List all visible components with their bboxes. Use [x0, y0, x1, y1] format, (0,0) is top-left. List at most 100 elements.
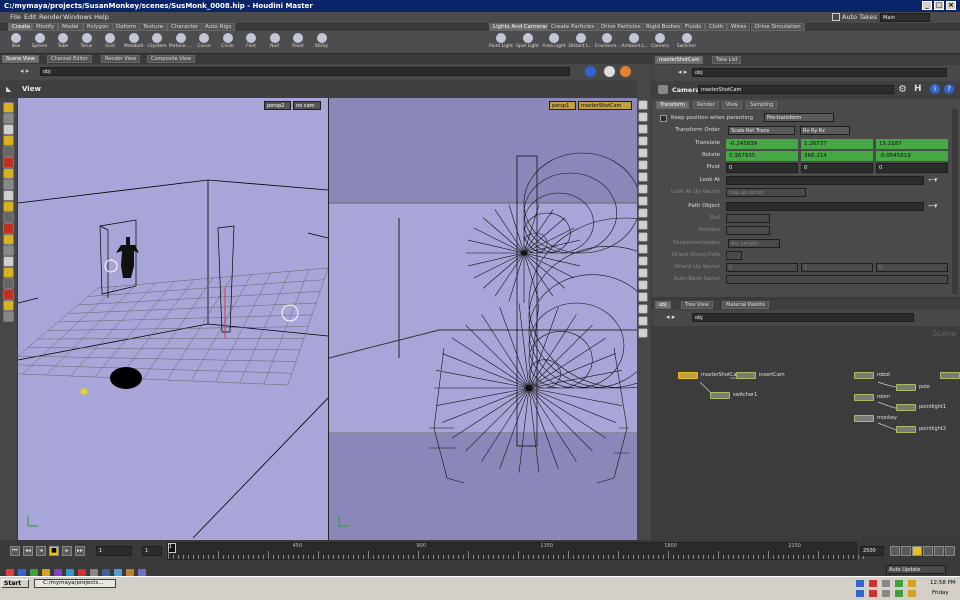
pane-arrow-icon[interactable]: ◣ [6, 85, 11, 93]
tab-material-palette[interactable]: Material Palette [722, 301, 770, 309]
end-frame-field[interactable]: 2500 [860, 546, 884, 556]
sticky-tool[interactable]: Sticky [310, 33, 334, 53]
display-tool-icon[interactable] [638, 148, 648, 158]
node-picker-icon[interactable]: ⌐▾ [928, 176, 937, 184]
translate-x-field[interactable]: -0.245839 [726, 139, 798, 149]
shelf-tab-texture[interactable]: Texture [139, 23, 168, 31]
tab-render-view[interactable]: Render View [101, 55, 141, 63]
display-tool-icon[interactable] [638, 232, 648, 242]
orient-path-field[interactable] [726, 251, 742, 260]
rotate-x-field[interactable]: 0.367935 [726, 151, 798, 161]
tray-icon[interactable] [895, 590, 903, 597]
orient-up-z-field[interactable]: 0 [876, 263, 948, 272]
current-frame-field[interactable]: 1 [96, 546, 132, 556]
shelf-tab-model[interactable]: Model [58, 23, 83, 31]
node-name-field[interactable]: masterShotCam [698, 85, 894, 94]
environment-light-tool[interactable]: Environm... [595, 33, 621, 53]
keep-mode-select[interactable]: Pre-transform [764, 113, 834, 122]
start-frame-field[interactable]: 1 [142, 546, 162, 556]
playbar-option-button[interactable] [923, 546, 933, 556]
network-node[interactable] [940, 372, 960, 379]
quick-launch-icon[interactable] [78, 569, 86, 576]
step-back-button[interactable]: ◂◂ [23, 546, 33, 556]
persp-select-right[interactable]: persp1 [549, 101, 576, 110]
network-node[interactable] [854, 372, 874, 379]
menu-file[interactable]: File [10, 13, 21, 21]
viewer-tool-icon[interactable] [3, 168, 14, 179]
display-tool-icon[interactable] [638, 244, 648, 254]
tab-master-shot-cam[interactable]: masterShotCam [655, 56, 704, 64]
viewer-tool-icon[interactable] [3, 102, 14, 113]
tab-take-list[interactable]: Take List [712, 56, 742, 64]
param-scrollbar[interactable] [952, 109, 958, 294]
viewer-tool-icon[interactable] [3, 135, 14, 146]
rotate-order-select[interactable]: Rx Ry Rz [800, 126, 850, 135]
rivet-tool[interactable]: Rivet [286, 33, 310, 53]
display-tool-icon[interactable] [638, 136, 648, 146]
torus-tool[interactable]: Torus [75, 33, 99, 53]
quick-launch-icon[interactable] [66, 569, 74, 576]
tab-scene-view[interactable]: Scene View [2, 55, 39, 63]
pivot-x-field[interactable]: 0 [726, 163, 798, 173]
step-forward-button[interactable]: ▸▸ [75, 546, 85, 556]
quick-launch-icon[interactable] [54, 569, 62, 576]
parameterization-select[interactable]: Arc Length [728, 239, 780, 248]
display-tool-icon[interactable] [638, 280, 648, 290]
viewer-tool-icon[interactable] [3, 256, 14, 267]
orient-up-y-field[interactable]: 1 [801, 263, 873, 272]
shelf-tab-auto-rigs[interactable]: Auto Rigs [201, 23, 236, 31]
shelf-tab-modify[interactable]: Modify [32, 23, 59, 31]
playbar-option-button[interactable] [934, 546, 944, 556]
null-tool[interactable]: Null [263, 33, 287, 53]
stop-button[interactable]: ■ [49, 546, 59, 556]
viewer-tool-icon[interactable] [3, 190, 14, 201]
tab-render[interactable]: Render [693, 101, 719, 109]
menu-windows[interactable]: Windows [63, 13, 92, 21]
network-node[interactable] [678, 372, 698, 379]
network-path-field[interactable]: obj [692, 313, 914, 322]
net-nav-arrows-icon[interactable]: ◂ ▸ [666, 313, 675, 321]
cam-select-left[interactable]: no cam [293, 101, 321, 110]
play-back-button[interactable]: ◂ [36, 546, 46, 556]
play-button[interactable]: ▸ [62, 546, 72, 556]
orient-up-x-field[interactable]: 0 [726, 263, 798, 272]
network-node[interactable] [854, 415, 874, 422]
display-tool-icon[interactable] [638, 268, 648, 278]
viewer-tool-icon[interactable] [3, 113, 14, 124]
platonic-tool[interactable]: Platonic ... [169, 33, 193, 53]
quick-launch-icon[interactable] [90, 569, 98, 576]
display-tool-icon[interactable] [638, 196, 648, 206]
viewer-path-field[interactable]: obj [40, 67, 570, 76]
keep-position-checkbox[interactable] [660, 115, 667, 122]
distant-light-tool[interactable]: Distant L... [569, 33, 593, 53]
help-h-icon[interactable]: H [914, 84, 922, 94]
nav-arrows-icon[interactable]: ◂ ▸ [678, 68, 687, 76]
viewer-tool-icon[interactable] [3, 245, 14, 256]
param-path-field[interactable]: obj [692, 68, 947, 77]
display-tool-icon[interactable] [638, 160, 648, 170]
shelf-tab-drive-simulation[interactable]: Drive Simulation [751, 23, 805, 31]
tab-view[interactable]: View [722, 101, 742, 109]
display-tool-icon[interactable] [638, 256, 648, 266]
display-tool-icon[interactable] [638, 328, 648, 338]
shelf-tab-create[interactable]: Create [8, 23, 35, 31]
curve-tool[interactable]: Curve [192, 33, 216, 53]
network-node[interactable] [736, 372, 756, 379]
auto-update-select[interactable]: Auto Update [886, 565, 946, 574]
first-frame-button[interactable]: ⏮ [10, 546, 20, 556]
shelf-tab-cloth[interactable]: Cloth [705, 23, 728, 31]
render-icon[interactable] [620, 66, 631, 77]
network-editor[interactable]: Scene masterShotCam insertCam switcher1 rob… [652, 326, 960, 540]
quick-launch-icon[interactable] [126, 569, 134, 576]
back-arrow-icon[interactable]: ◂ ▸ [20, 67, 29, 75]
path-picker-icon[interactable]: ⌐▾ [928, 202, 937, 210]
viewer-tool-icon[interactable] [3, 289, 14, 300]
tab-composite-view[interactable]: Composite View [147, 55, 196, 63]
display-tool-icon[interactable] [638, 292, 648, 302]
rotate-z-field[interactable]: -0.0545619 [876, 151, 948, 161]
viewer-tool-icon[interactable] [3, 234, 14, 245]
metaball-tool[interactable]: Metaball [122, 33, 146, 53]
display-tool-icon[interactable] [638, 316, 648, 326]
tab-tree-view[interactable]: Tree View [681, 301, 713, 309]
viewer-tool-icon[interactable] [3, 179, 14, 190]
